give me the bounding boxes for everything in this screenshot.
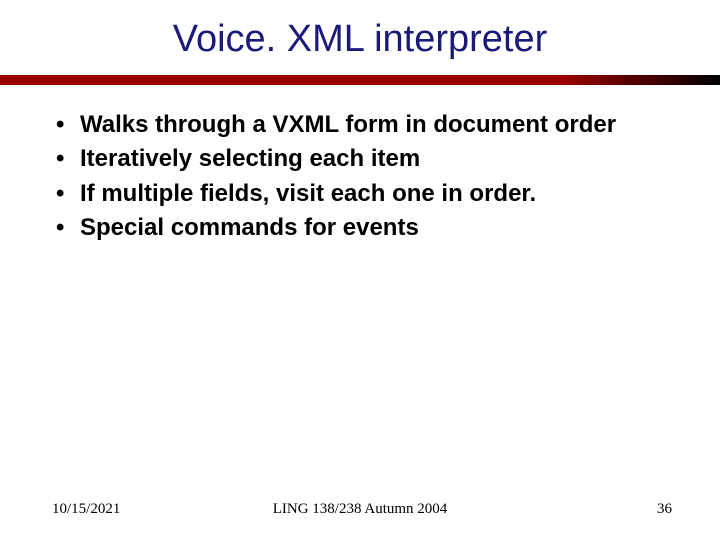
bullet-list: Walks through a VXML form in document or… (52, 109, 678, 245)
bullet-item: Special commands for events (52, 212, 678, 244)
bullet-item: Iteratively selecting each item (52, 143, 678, 175)
slide: Voice. XML interpreter Walks through a V… (0, 0, 720, 540)
gradient-rule (0, 75, 720, 85)
footer-page-number: 36 (657, 501, 672, 518)
content-area: Walks through a VXML form in document or… (0, 109, 720, 245)
title-underline (0, 75, 720, 85)
slide-title: Voice. XML interpreter (0, 0, 720, 75)
bullet-item: If multiple fields, visit each one in or… (52, 178, 678, 210)
bullet-item: Walks through a VXML form in document or… (52, 109, 678, 141)
footer-course: LING 138/238 Autumn 2004 (0, 501, 720, 518)
